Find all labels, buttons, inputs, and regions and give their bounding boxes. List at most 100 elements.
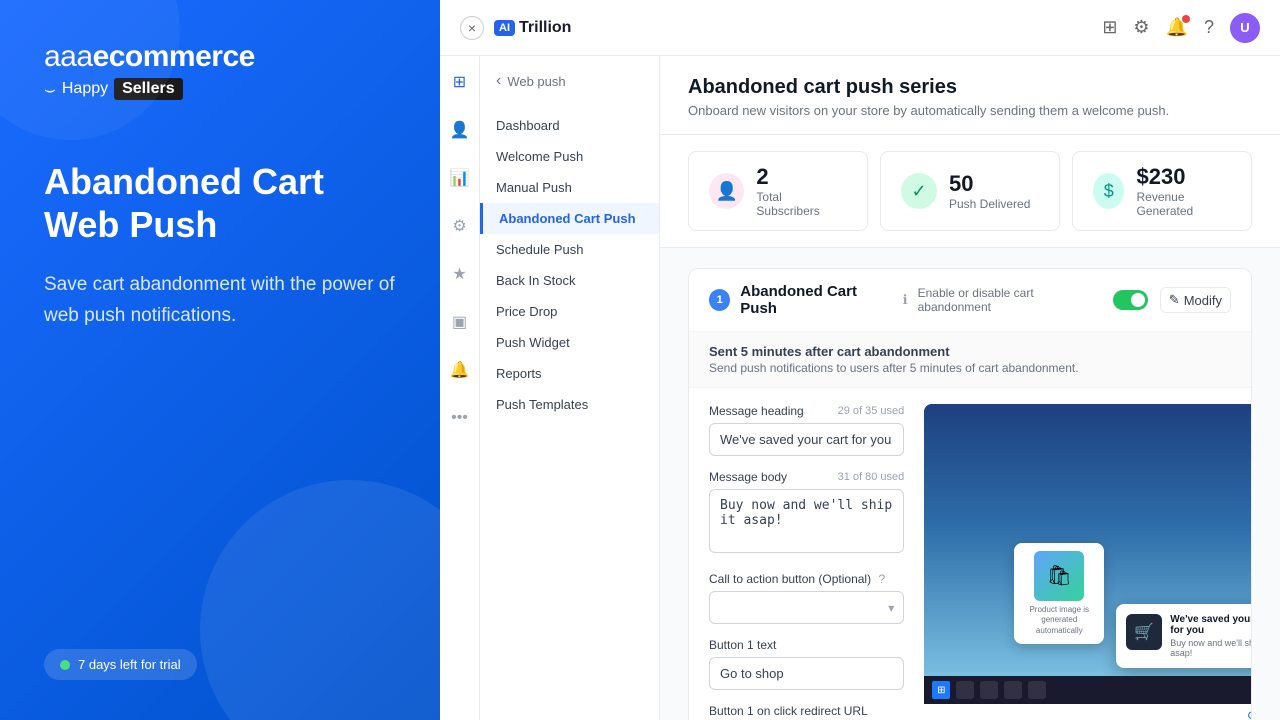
- section-sub-header: Sent 5 minutes after cart abandonment Se…: [689, 332, 1251, 388]
- button1-redirect-label: Button 1 on click redirect URL: [709, 704, 868, 718]
- sidebar-item-manual-push[interactable]: Manual Push: [480, 172, 659, 203]
- top-bar: × AI Trillion ⊞ ⚙ 🔔 ? U: [440, 0, 1280, 56]
- message-heading-label: Message heading: [709, 404, 804, 418]
- push-notification: 🛒 We've saved your cart for you Buy now …: [1116, 604, 1252, 668]
- cta-group: Call to action button (Optional) ? ▾: [709, 572, 904, 624]
- stat-icon: 👤: [709, 173, 744, 209]
- sidebar-icon-chart[interactable]: 📊: [446, 164, 474, 192]
- taskbar-icon-2: [980, 681, 998, 699]
- sidebar-item-reports[interactable]: Reports: [480, 358, 659, 389]
- taskbar-icon-3: [1004, 681, 1022, 699]
- stat-card-total-subscribers: 👤 2 Total Subscribers: [688, 151, 868, 231]
- page-title: Abandoned cart push series: [688, 76, 1252, 99]
- button1-text-label: Button 1 text: [709, 638, 776, 652]
- sidebar-item-push-widget[interactable]: Push Widget: [480, 327, 659, 358]
- stat-label: Revenue Generated: [1136, 190, 1231, 218]
- modify-button[interactable]: ✎ Modify: [1160, 287, 1231, 313]
- page-subtitle: Onboard new visitors on your store by au…: [688, 103, 1252, 118]
- page-header: Abandoned cart push series Onboard new v…: [660, 56, 1280, 135]
- brand-tagline: ⌣ Happy Sellers: [44, 78, 396, 100]
- left-heading: Abandoned Cart Web Push: [44, 160, 396, 246]
- section-title: Abandoned Cart Push: [740, 283, 892, 317]
- stat-card-revenue-generated: $ $230 Revenue Generated: [1072, 151, 1252, 231]
- cta-label: Call to action button (Optional) ?: [709, 572, 885, 586]
- taskbar-icon-1: [956, 681, 974, 699]
- push-body: Buy now and we'll ship it asap!: [1170, 638, 1252, 658]
- sidebar: Web push DashboardWelcome PushManual Pus…: [480, 56, 660, 720]
- sidebar-item-push-templates[interactable]: Push Templates: [480, 389, 659, 420]
- stat-number: 2: [756, 164, 847, 190]
- trial-dot: [60, 660, 70, 670]
- form-right: ─ □ 🛒 We've saved your cart for you: [924, 404, 1252, 720]
- sidebar-icon-box[interactable]: ▣: [446, 308, 474, 336]
- goto-shop-button[interactable]: Go To Shop ›: [924, 704, 1252, 720]
- preview-taskbar: ⊞ 12:47: [924, 676, 1252, 704]
- form-left: Message heading 29 of 35 used Message bo…: [709, 404, 904, 720]
- notification-icon[interactable]: 🔔: [1166, 17, 1188, 38]
- stat-card-push-delivered: ✓ 50 Push Delivered: [880, 151, 1060, 231]
- taskbar-icon-4: [1028, 681, 1046, 699]
- app-logo: AI Trillion: [494, 19, 571, 37]
- sidebar-nav: DashboardWelcome PushManual PushAbandone…: [480, 102, 659, 712]
- settings-icon[interactable]: ⚙: [1133, 17, 1149, 38]
- form-body: Message heading 29 of 35 used Message bo…: [689, 388, 1251, 720]
- message-body-group: Message body 31 of 80 used Buy now and w…: [709, 470, 904, 558]
- product-auto-box: 🛍 Product image is generated automatical…: [1014, 543, 1104, 644]
- sidebar-item-back-in-stock[interactable]: Back In Stock: [480, 265, 659, 296]
- cta-info-icon: ?: [878, 572, 885, 586]
- stat-icon: $: [1093, 173, 1124, 209]
- message-body-label: Message body: [709, 470, 787, 484]
- stat-label: Total Subscribers: [756, 190, 847, 218]
- brand-name: aaaecommerce: [44, 40, 396, 74]
- product-auto-image: 🛍: [1034, 551, 1084, 601]
- sidebar-icon-bell[interactable]: 🔔: [446, 356, 474, 384]
- app-panel: × AI Trillion ⊞ ⚙ 🔔 ? U ⊞ 👤 📊 ⚙ ★ ▣ 🔔 ••…: [440, 0, 1280, 720]
- logo-text: Trillion: [519, 19, 571, 37]
- preview-desktop: ─ □ 🛒 We've saved your cart for you: [924, 404, 1252, 704]
- taskbar-start-button: ⊞: [932, 681, 950, 699]
- section-sub-title: Sent 5 minutes after cart abandonment: [709, 344, 1231, 359]
- section-header: 1 Abandoned Cart Push ℹ Enable or disabl…: [689, 269, 1251, 332]
- sidebar-item-abandoned-cart-push[interactable]: Abandoned Cart Push: [480, 203, 659, 234]
- stat-number: $230: [1136, 164, 1231, 190]
- brand-logo: aaaecommerce ⌣ Happy Sellers: [44, 40, 396, 100]
- cart-abandonment-toggle[interactable]: [1113, 290, 1147, 310]
- main-content: Abandoned cart push series Onboard new v…: [660, 56, 1280, 720]
- sidebar-item-welcome-push[interactable]: Welcome Push: [480, 141, 659, 172]
- logo-ai-badge: AI: [494, 20, 515, 36]
- app-body: ⊞ 👤 📊 ⚙ ★ ▣ 🔔 ••• Web push DashboardWelc…: [440, 56, 1280, 720]
- user-avatar[interactable]: U: [1230, 13, 1260, 43]
- message-heading-group: Message heading 29 of 35 used: [709, 404, 904, 456]
- sidebar-icon-star[interactable]: ★: [446, 260, 474, 288]
- sidebar-item-schedule-push[interactable]: Schedule Push: [480, 234, 659, 265]
- stat-icon: ✓: [901, 173, 937, 209]
- button1-text-input[interactable]: [709, 657, 904, 690]
- product-auto-text: Product image is generated automatically: [1022, 605, 1096, 636]
- preview-panel: ─ □ 🛒 We've saved your cart for you: [924, 404, 1252, 720]
- sidebar-icon-user[interactable]: 👤: [446, 116, 474, 144]
- stat-number: 50: [949, 171, 1030, 197]
- section-actions: Enable or disable cart abandonment ✎ Mod…: [918, 286, 1231, 314]
- grid-icon[interactable]: ⊞: [1102, 17, 1117, 38]
- close-button[interactable]: ×: [460, 16, 484, 40]
- section-sub-desc: Send push notifications to users after 5…: [709, 361, 1231, 375]
- section-card: 1 Abandoned Cart Push ℹ Enable or disabl…: [688, 268, 1252, 720]
- message-heading-input[interactable]: [709, 423, 904, 456]
- cta-select[interactable]: [709, 591, 904, 624]
- sidebar-item-dashboard[interactable]: Dashboard: [480, 110, 659, 141]
- section-info-icon[interactable]: ℹ: [903, 292, 908, 308]
- top-bar-right: ⊞ ⚙ 🔔 ? U: [1102, 13, 1260, 43]
- button1-text-group: Button 1 text: [709, 638, 904, 690]
- trial-badge: 7 days left for trial: [44, 649, 197, 680]
- section-num: 1: [709, 289, 730, 311]
- sidebar-item-price-drop[interactable]: Price Drop: [480, 296, 659, 327]
- help-icon[interactable]: ?: [1204, 17, 1214, 38]
- cta-select-group: ▾: [709, 591, 904, 624]
- sidebar-icon-home[interactable]: ⊞: [446, 68, 474, 96]
- sidebar-icon-more[interactable]: •••: [446, 404, 474, 432]
- stats-row: 👤 2 Total Subscribers ✓ 50 Push Delivere…: [660, 135, 1280, 248]
- back-link[interactable]: Web push: [480, 64, 659, 98]
- message-body-textarea[interactable]: Buy now and we'll ship it asap!: [709, 489, 904, 553]
- sidebar-icon-settings[interactable]: ⚙: [446, 212, 474, 240]
- left-description: Save cart abandonment with the power of …: [44, 270, 396, 331]
